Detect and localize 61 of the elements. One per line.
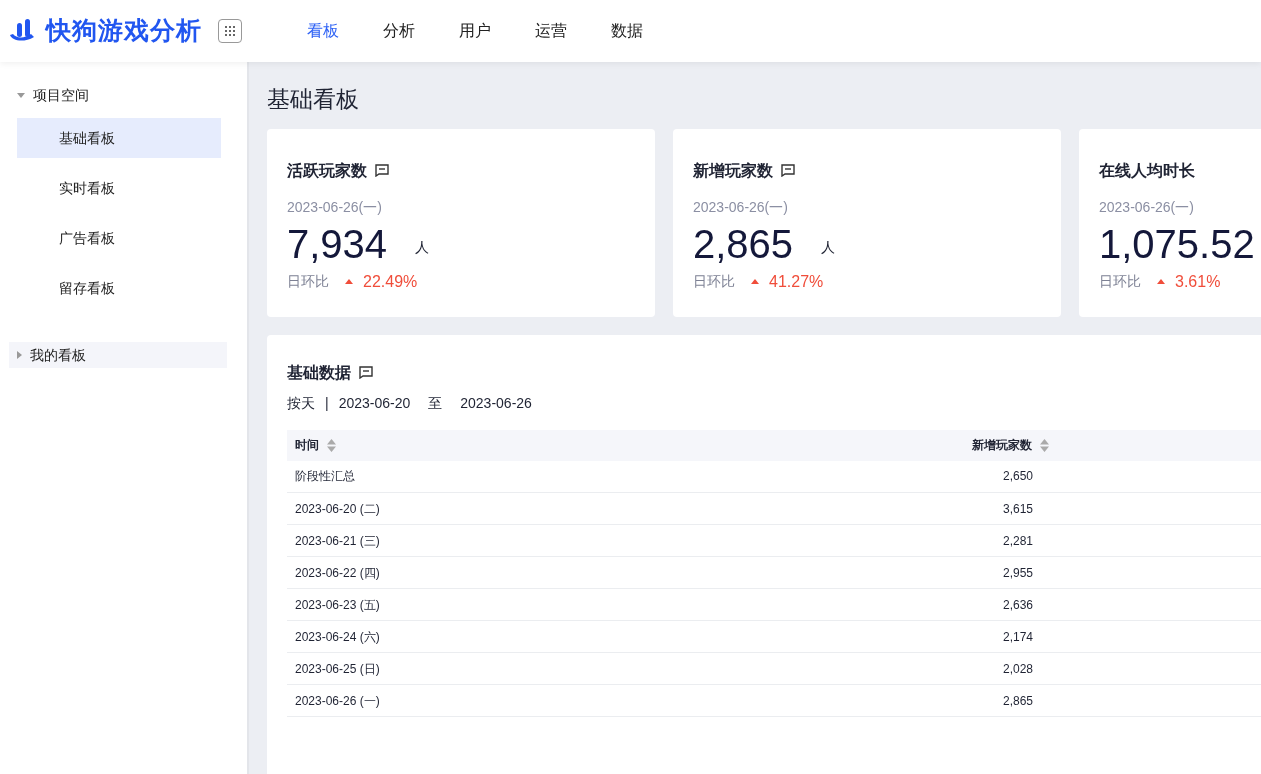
table-cell: 2023-06-24 (六) xyxy=(295,629,380,644)
granularity-label: 按天 xyxy=(287,393,315,413)
table-cell: 2023-06-25 (日) xyxy=(295,661,380,676)
change-value: 22.49% xyxy=(363,271,418,292)
sort-icon xyxy=(1040,438,1049,452)
stat-value: 1,075.52 xyxy=(1099,221,1255,266)
sidebar-item[interactable]: 基础看板 xyxy=(17,118,221,158)
stat-value: 2,865 xyxy=(693,221,794,266)
unit-label: 人 xyxy=(821,237,836,257)
sidebar-item[interactable]: 实时看板 xyxy=(17,168,221,208)
nav-tab[interactable]: 看板 xyxy=(307,19,339,43)
end-date: 2023-06-26 xyxy=(460,393,532,413)
comment-icon xyxy=(359,366,373,380)
card-title: 在线人均时长 xyxy=(1099,160,1195,181)
separator-text: | xyxy=(325,393,329,413)
column-header[interactable]: 新增玩家数 xyxy=(972,436,1032,455)
unit-label: 人 xyxy=(415,237,430,257)
stat-value: 7,934 xyxy=(287,221,388,266)
table-cell: 2023-06-23 (五) xyxy=(295,597,380,612)
table-cell: 2023-06-26 (一) xyxy=(295,693,380,708)
table-cell: 2,650 xyxy=(1002,469,1033,484)
table-cell: 2023-06-22 (四) xyxy=(295,565,380,580)
sidebar-group[interactable]: 我的看板 xyxy=(9,342,227,368)
change-label: 日环比 xyxy=(1099,272,1141,292)
sort-icon xyxy=(327,438,336,452)
logo-text: 快狗游戏分析 xyxy=(46,15,202,47)
caret-icon xyxy=(17,92,25,98)
grid-icon xyxy=(224,25,236,37)
table-cell: 2,281 xyxy=(1002,533,1033,548)
table-cell: 2,955 xyxy=(1002,565,1033,580)
card-title: 新增玩家数 xyxy=(693,160,773,181)
table-cell: 2023-06-21 (三) xyxy=(295,533,380,548)
change-label: 日环比 xyxy=(287,272,329,292)
change-value: 41.27% xyxy=(769,271,824,292)
apps-button[interactable] xyxy=(218,19,242,43)
nav-tab[interactable]: 运营 xyxy=(535,19,567,43)
card-title: 活跃玩家数 xyxy=(287,160,367,181)
nav-tab[interactable]: 数据 xyxy=(611,19,643,43)
table-cell: 阶段性汇总 xyxy=(295,469,355,484)
nav-tab[interactable]: 用户 xyxy=(459,19,491,43)
card-date: 2023-06-26(一) xyxy=(1099,197,1195,217)
change-label: 日环比 xyxy=(693,272,735,292)
page-title: 基础看板 xyxy=(267,86,360,114)
column-header[interactable]: 时间 xyxy=(295,436,319,455)
table-cell: 2,028 xyxy=(1002,661,1033,676)
sidebar-item[interactable]: 广告看板 xyxy=(17,218,221,258)
sidebar-item[interactable]: 留存看板 xyxy=(17,268,221,308)
caret-icon xyxy=(17,351,22,359)
start-date: 2023-06-20 xyxy=(338,393,411,413)
sidebar-group[interactable]: 项目空间 xyxy=(9,82,227,108)
table-cell: 3,615 xyxy=(1002,501,1033,516)
card-date: 2023-06-26(一) xyxy=(287,197,383,217)
table-cell: 2,865 xyxy=(1002,693,1033,708)
table-cell: 2,174 xyxy=(1002,629,1033,644)
panel-title: 基础数据 xyxy=(287,362,351,383)
card-date: 2023-06-26(一) xyxy=(693,197,789,217)
change-value: 3.61% xyxy=(1175,271,1221,292)
range-word: 至 xyxy=(428,393,443,413)
table-cell: 2023-06-20 (二) xyxy=(295,501,380,516)
nav-tab[interactable]: 分析 xyxy=(383,19,415,43)
table-cell: 2,636 xyxy=(1002,597,1033,612)
